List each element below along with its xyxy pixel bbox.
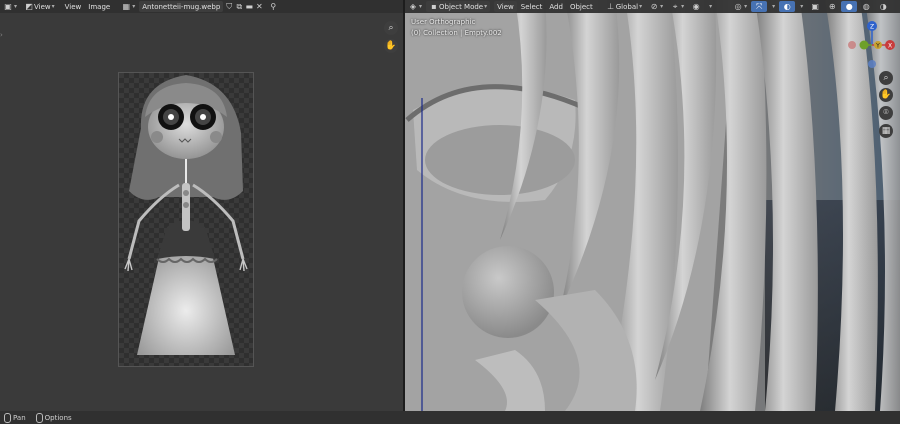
chevron-down-icon: ▾ [744, 3, 748, 10]
gizmo-y-axis[interactable] [859, 40, 869, 50]
camera-view-icon[interactable]: ⌾ [879, 106, 893, 120]
image-editor: ▣ ▾ ◩ View ▾ View Image ▦ ▾ Antonetteii-mug… [0, 0, 403, 411]
status-options-label: Options [44, 413, 72, 422]
menu-add[interactable]: Add [546, 1, 566, 12]
doll-illustration [124, 75, 248, 355]
chevron-down-icon: ▾ [51, 3, 55, 10]
image-name-field[interactable]: Antonetteii-mug.webp [139, 1, 224, 12]
shading-material-button[interactable]: ◍ [858, 1, 874, 12]
viewport-scene [405, 0, 900, 411]
pivot-dropdown[interactable]: ⊘ ▾ [646, 1, 666, 12]
chevron-down-icon: ▾ [660, 3, 664, 10]
navigation-gizmo[interactable]: Z X Y [848, 19, 896, 69]
3d-view-icon: ◈ [409, 2, 417, 11]
perspective-grid-icon[interactable]: ▦ [879, 124, 893, 138]
shading-rendered-button[interactable]: ◑ [875, 1, 891, 12]
overlay-dropdown[interactable]: ▾ [796, 1, 806, 12]
xray-toggle-button[interactable]: ▣ [807, 1, 823, 12]
gizmo-z-label: Z [870, 24, 874, 31]
image-preview [118, 72, 254, 367]
gizmo-dropdown[interactable]: ▾ [768, 1, 778, 12]
chevron-down-icon: ▾ [419, 3, 423, 10]
proportional-icon: ◉ [692, 2, 700, 11]
menu-image[interactable]: Image [85, 1, 113, 12]
status-bar: Pan Options [0, 411, 900, 424]
editor-type-button[interactable]: ◈ ▾ [405, 1, 425, 12]
chevron-down-icon: ▾ [772, 3, 776, 10]
solid-icon: ● [845, 2, 853, 11]
xray-icon: ▣ [811, 2, 819, 11]
image-browse-button[interactable]: ▦ ▾ [118, 1, 138, 12]
3d-viewport[interactable]: ◈ ▾ ▪ Object Mode ▾ View Select Add Object… [405, 0, 900, 411]
close-icon[interactable]: ✕ [254, 2, 264, 12]
proportional-falloff-dropdown[interactable]: ▾ [705, 1, 715, 12]
eye-icon: ◎ [734, 2, 742, 11]
shading-solid-button[interactable]: ● [841, 1, 858, 12]
visibility-dropdown[interactable]: ◎ ▾ [730, 1, 750, 12]
orientation-label: Global [615, 2, 639, 11]
object-mode-icon: ▪ [431, 2, 437, 11]
image-editor-icon: ▣ [4, 2, 12, 11]
view-icon: ◩ [25, 2, 33, 11]
proportional-edit-button[interactable]: ◉ [688, 1, 704, 12]
chevron-down-icon: ▾ [800, 3, 804, 10]
overlay-toggle-button[interactable]: ◐ [779, 1, 796, 12]
view-mode-label: View [34, 2, 51, 11]
collection-info-overlay: (0) Collection | Empty.002 [411, 29, 502, 37]
gizmo-icon: ⤧ [755, 1, 763, 11]
shading-wireframe-button[interactable]: ⊕ [824, 1, 840, 12]
view-name-overlay: User Orthographic [411, 18, 476, 26]
object-mode-label: Object Mode [439, 2, 484, 11]
image-editor-header: ▣ ▾ ◩ View ▾ View Image ▦ ▾ Antonetteii-mug… [0, 0, 403, 13]
snap-dropdown[interactable]: ⌖ ▾ [667, 1, 687, 12]
transform-orientation-dropdown[interactable]: ⊥ Global ▾ [603, 1, 645, 12]
view-mode-dropdown[interactable]: ◩ View ▾ [21, 1, 58, 12]
duplicate-image-icon[interactable]: ⧉ [234, 2, 244, 12]
status-pan: Pan [4, 412, 26, 423]
menu-view[interactable]: View [494, 1, 517, 12]
wireframe-icon: ⊕ [828, 2, 836, 11]
pan-hand-icon[interactable]: ✋ [384, 39, 398, 53]
chevron-down-icon: ▾ [709, 3, 713, 10]
mouse-icon [4, 412, 11, 423]
material-icon: ◍ [862, 2, 870, 11]
chevron-down-icon: ▾ [484, 3, 488, 10]
status-options: Options [35, 412, 72, 423]
zoom-icon[interactable]: ⌕ [384, 21, 398, 35]
fake-user-shield-icon[interactable]: ⛉ [224, 2, 234, 12]
chevron-down-icon: ▾ [639, 3, 643, 10]
chevron-down-icon: ▾ [14, 3, 18, 10]
image-canvas[interactable]: › ⌕ ✋ [0, 13, 403, 411]
image-icon: ▦ [122, 2, 130, 11]
chevron-down-icon: ▾ [132, 3, 136, 10]
gizmo-toggle-button[interactable]: ⤧ [751, 1, 768, 12]
zoom-icon[interactable]: ⌕ [879, 71, 893, 85]
chevron-down-icon: ▾ [681, 3, 685, 10]
object-mode-dropdown[interactable]: ▪ Object Mode ▾ [426, 1, 491, 12]
mouse-icon [35, 412, 43, 423]
side-panel-arrow-icon[interactable]: › [0, 31, 3, 39]
open-folder-icon[interactable]: ▬ [244, 2, 254, 12]
gizmo-x-label: X [888, 43, 892, 50]
snap-icon: ⌖ [672, 1, 678, 11]
pivot-icon: ⊘ [650, 2, 658, 11]
overlay-icon: ◐ [783, 2, 791, 11]
pan-hand-icon[interactable]: ✋ [879, 88, 893, 102]
gizmo-neg-x-axis[interactable] [848, 41, 856, 49]
pin-icon[interactable]: ⚲ [268, 2, 278, 12]
rendered-icon: ◑ [879, 2, 887, 11]
menu-view[interactable]: View [62, 1, 85, 12]
status-pan-label: Pan [13, 413, 26, 422]
editor-type-button[interactable]: ▣ ▾ [0, 1, 20, 12]
gizmo-y-label: Y [875, 43, 880, 50]
menu-select[interactable]: Select [518, 1, 546, 12]
orientation-icon: ⊥ [607, 2, 615, 11]
menu-object[interactable]: Object [567, 1, 596, 12]
viewport-header: ◈ ▾ ▪ Object Mode ▾ View Select Add Object… [405, 0, 900, 13]
gizmo-neg-z-axis[interactable] [868, 60, 876, 68]
